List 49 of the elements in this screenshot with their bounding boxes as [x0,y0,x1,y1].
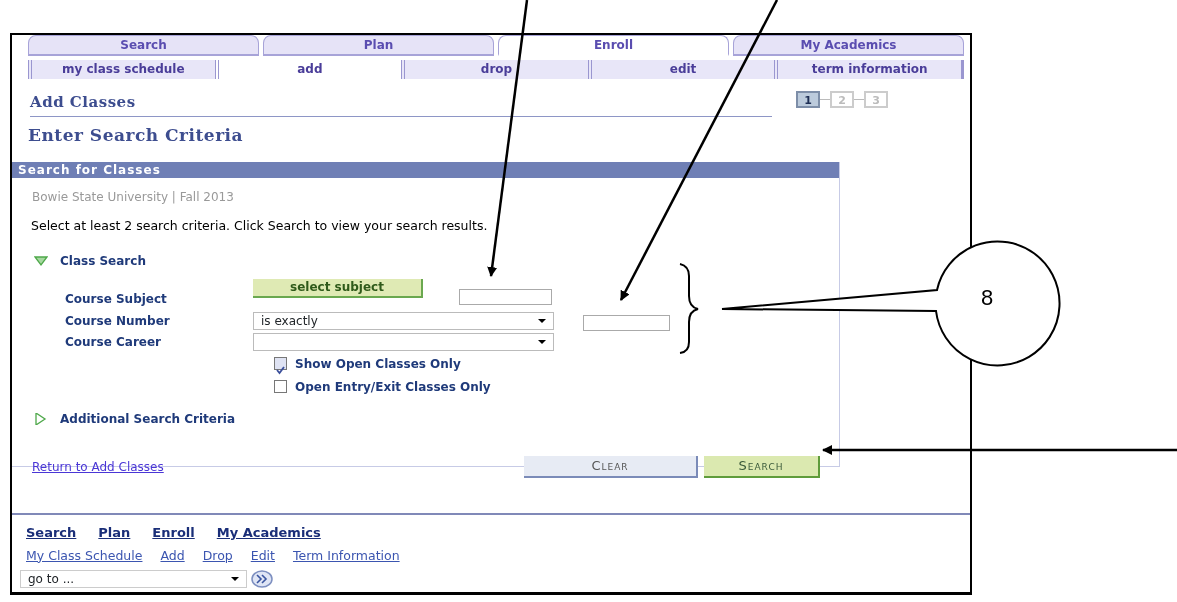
dropdown[interactable] [253,332,554,351]
sub-tab[interactable]: edit [587,60,775,79]
tab[interactable]: Search [28,35,259,56]
field-label: Course Subject [65,290,168,308]
sub-tab[interactable]: drop [401,60,588,79]
panel-header: Search for Classes [12,162,839,178]
clear-button[interactable]: Clear [524,455,698,478]
select-subject-button[interactable]: select subject [253,279,423,299]
section-toggle[interactable]: Class Search [60,251,146,270]
checkbox-label: Show Open Classes Only [295,355,461,373]
dropdown[interactable]: is exactly [253,311,554,330]
step-indicator: 2 [830,90,854,108]
checkbox-label: Open Entry/Exit Classes Only [295,378,491,396]
text-field[interactable] [459,288,552,305]
instructions-text: Select at least 2 search criteria. Click Search to view your search results. [31,217,489,235]
caret-icon [231,577,239,582]
step-indicator: 3 [864,90,888,108]
collapse-icon[interactable] [34,254,48,267]
search-button[interactable]: Search [704,455,820,478]
expand-icon[interactable] [34,412,48,425]
return-link[interactable]: Return to Add Classes [32,457,164,476]
institution-text: Bowie State University | Fall 2013 [32,189,235,206]
section-title: Enter Search Criteria [28,123,245,147]
tab[interactable]: Enroll [498,35,729,56]
go-button[interactable] [251,570,273,589]
nav-link-text[interactable]: Search [26,523,77,543]
tab[interactable]: Plan [263,35,494,56]
nav-link-text[interactable]: Term Information [292,546,400,566]
section-toggle[interactable]: Additional Search Criteria [60,409,236,428]
goto-dropdown[interactable]: go to ... [20,570,247,589]
tab[interactable]: My Academics [733,35,964,56]
nav-link-text[interactable]: Add [160,546,185,566]
page-title: Add Classes [30,79,772,117]
nav-link-text[interactable]: My Academics [216,523,321,543]
field-label: Course Number [65,312,171,330]
caret-icon [538,339,546,344]
sub-tab[interactable]: term information [774,60,964,79]
nav-link-text[interactable]: Plan [98,523,131,543]
field-label: Course Career [65,333,162,351]
nav-link-text[interactable]: Edit [250,546,275,566]
callout-number: 8 [980,285,994,310]
caret-icon [538,318,546,323]
step-indicator: 1 [796,90,820,108]
sub-tab[interactable]: my class schedule [28,60,215,79]
text-field[interactable] [583,314,670,331]
nav-link-text[interactable]: My Class Schedule [26,546,143,566]
nav-link-text[interactable]: Drop [202,546,233,566]
checkbox[interactable] [274,380,287,394]
nav-link-text[interactable]: Enroll [152,523,195,543]
